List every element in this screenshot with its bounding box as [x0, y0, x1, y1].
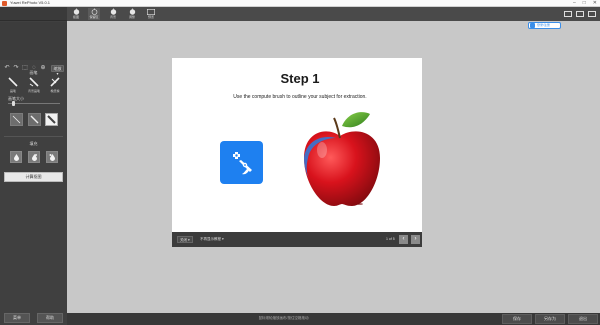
brush-shape-group [10, 113, 58, 126]
save-button[interactable]: 保存 [502, 314, 532, 324]
maximize-button[interactable]: □ [583, 0, 586, 6]
drop-large-icon[interactable] [46, 151, 58, 163]
prev-step-button[interactable]: ‹ [399, 235, 408, 244]
left-panel [0, 7, 67, 325]
tutorial-close-select[interactable]: 关闭 ▾ [177, 236, 193, 243]
fill-section-title: 填充 [29, 141, 38, 146]
next-step-button[interactable]: › [411, 235, 420, 244]
login-badge-label: 登录/注册 [537, 23, 550, 27]
thick-brush-icon[interactable] [45, 113, 58, 126]
tab-background-label: 背景 [109, 15, 116, 19]
tab-cutout-label: 抠图 [72, 15, 79, 19]
top-toolbar: 抠图 保留区 背景 调整 预览 [67, 7, 600, 21]
tab-preview[interactable]: 预览 [145, 8, 157, 20]
view-mode-group [564, 11, 596, 17]
window-title: Yuwei RePhoto V5.0.1 [10, 0, 51, 5]
tab-cutout[interactable]: 抠图 [70, 8, 82, 20]
title-bar: Yuwei RePhoto V5.0.1 – □ ✕ [0, 0, 600, 7]
tutorial-page-indicator: 1 of 5 [386, 237, 395, 241]
medium-brush-icon[interactable] [27, 113, 41, 126]
compute-brush-icon [220, 141, 263, 184]
apply-cutout-button[interactable]: 计算抠图 [4, 172, 63, 182]
tab-keep-area-label: 保留区 [89, 15, 99, 19]
left-panel-top-area [0, 22, 67, 60]
brush-size-slider[interactable] [8, 103, 60, 104]
help-button[interactable]: 帮助 [37, 313, 63, 323]
apple-icon [72, 8, 80, 15]
compare-view-icon[interactable] [588, 11, 596, 17]
window-controls: – □ ✕ [573, 0, 597, 6]
apple-outline-icon [90, 8, 98, 15]
tab-preview-label: 预览 [147, 15, 154, 19]
save-as-button[interactable]: 另存为 [535, 314, 565, 324]
dont-show-again-toggle[interactable]: 不再显示教程 ▾ [200, 236, 224, 243]
single-view-icon[interactable] [564, 11, 572, 17]
drop-medium-icon[interactable] [28, 151, 40, 163]
minimize-button[interactable]: – [573, 0, 576, 6]
section-divider [4, 136, 63, 137]
tutorial-title: Step 1 [280, 71, 320, 86]
close-window-button[interactable]: ✕ [593, 0, 597, 6]
tab-keep-area[interactable]: 保留区 [88, 8, 100, 20]
brush-tool-label: 画笔 [9, 89, 16, 93]
exit-button[interactable]: 退出 [568, 314, 598, 324]
apple-image [304, 112, 380, 206]
tutorial-subtitle: Use the compute brush to outline your su… [233, 94, 367, 100]
cloud-icon [530, 23, 535, 28]
brush-size-handle[interactable] [12, 101, 16, 106]
tab-adjust-label: 调整 [128, 15, 135, 19]
apple-icon [109, 8, 117, 15]
app-logo-icon [2, 0, 7, 6]
left-panel-header [0, 7, 67, 21]
eraser-label: 橡皮擦 [50, 89, 60, 93]
background-brush-label: 背景画笔 [27, 89, 40, 93]
tab-background[interactable]: 背景 [107, 8, 119, 20]
tab-adjust[interactable]: 调整 [126, 8, 138, 20]
status-text: 鼠标滚轮缩放画布/按住空格拖动 [258, 316, 309, 320]
image-icon [147, 8, 155, 15]
fill-group [10, 151, 58, 163]
apple-icon [128, 8, 136, 15]
drop-small-icon[interactable] [10, 151, 22, 163]
login-badge[interactable]: 登录/注册 [528, 22, 561, 29]
menu-button[interactable]: 菜单 [4, 313, 30, 323]
thin-brush-icon[interactable] [10, 113, 23, 126]
split-view-icon[interactable] [576, 11, 584, 17]
